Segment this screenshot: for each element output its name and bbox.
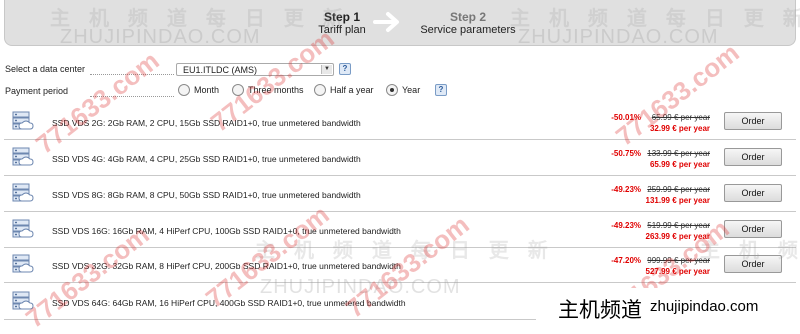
help-icon[interactable]: ? [339,63,351,75]
plan-description: SSD VDS 2G: 2Gb RAM, 2 CPU, 15Gb SSD RAI… [52,118,361,128]
step-1-number: Step 1 [323,10,360,24]
server-icon [10,110,34,134]
step-2-number: Step 2 [449,10,486,24]
order-button[interactable]: Order [724,112,782,130]
help-icon[interactable]: ? [435,84,447,96]
plan-old-price: 133.99 € per year [647,149,710,158]
radio-button[interactable] [314,84,326,96]
period-label-year: Year [402,85,421,95]
badge-chinese-text: 主机频道 [558,298,642,322]
plan-description: SSD VDS 64G: 64Gb RAM, 16 HiPerf CPU, 40… [52,298,406,308]
plan-discount: -49.23% [611,221,641,230]
server-icon [10,182,34,206]
plan-new-price: 65.99 € per year [649,160,710,169]
step-2-label: Service parameters [420,24,516,36]
plan-description: SSD VDS 16G: 16Gb RAM, 4 HiPerf CPU, 100… [52,226,401,236]
plan-old-price: 65.99 € per year [651,113,710,122]
radio-button[interactable] [232,84,244,96]
plan-row: SSD VDS 16G: 16Gb RAM, 4 HiPerf CPU, 100… [4,214,796,248]
plan-discount: -47.20% [611,256,641,265]
period-label-half-year: Half a year [330,85,374,95]
plan-old-price: 999.99 € per year [647,256,710,265]
plan-discount: -50.01% [611,113,641,122]
order-button[interactable]: Order [724,184,782,202]
plan-new-price: 131.99 € per year [645,196,711,205]
order-button[interactable]: Order [724,148,782,166]
order-button[interactable]: Order [724,220,782,238]
plan-row: SSD VDS 8G: 8Gb RAM, 8 CPU, 50Gb SSD RAI… [4,178,796,212]
payment-period-dotted-divider [90,96,174,97]
plan-description: SSD VDS 32G: 32Gb RAM, 8 HiPerf CPU, 200… [52,261,401,271]
payment-period-label: Payment period [5,86,69,96]
radio-button-selected[interactable] [386,84,398,96]
datacenter-dotted-divider [90,74,174,75]
period-label-three-months: Three months [248,85,304,95]
steps-header: Step 1 Tariff plan Step 2 Service parame… [4,0,796,46]
plan-description: SSD VDS 4G: 4Gb RAM, 4 CPU, 25Gb SSD RAI… [52,154,361,164]
badge-domain-text: zhujipindao.com [650,298,759,315]
server-icon [10,218,34,242]
step-1-label: Tariff plan [318,24,366,36]
datacenter-select[interactable]: EU1.ITLDC (AMS) ▼ [176,63,334,76]
plan-discount: -50.75% [611,149,641,158]
arrow-right-icon [373,12,399,32]
server-icon [10,290,34,314]
datacenter-label: Select a data center [5,64,86,74]
site-badge: 主机频道 zhujipindao.com [536,288,800,326]
step-1: Step 1 Tariff plan [307,10,377,37]
order-button[interactable]: Order [724,255,782,273]
plan-row: SSD VDS 4G: 4Gb RAM, 4 CPU, 25Gb SSD RAI… [4,142,796,176]
plan-row: SSD VDS 32G: 32Gb RAM, 8 HiPerf CPU, 200… [4,249,796,283]
plan-new-price: 32.99 € per year [649,124,710,133]
radio-button[interactable] [178,84,190,96]
step-2: Step 2 Service parameters [413,10,523,37]
plan-description: SSD VDS 8G: 8Gb RAM, 8 CPU, 50Gb SSD RAI… [52,190,361,200]
chevron-down-icon[interactable]: ▼ [321,65,332,74]
datacenter-select-value: EU1.ITLDC (AMS) [183,65,258,75]
plan-new-price: 263.99 € per year [645,232,711,241]
period-label-month: Month [194,85,220,95]
plan-old-price: 259.99 € per year [647,185,710,194]
server-icon [10,146,34,170]
plan-old-price: 519.99 € per year [647,221,710,230]
server-icon [10,253,34,277]
plan-row: SSD VDS 2G: 2Gb RAM, 2 CPU, 15Gb SSD RAI… [4,106,796,140]
plan-discount: -49.23% [611,185,641,194]
plan-new-price: 527.99 € per year [645,267,711,276]
